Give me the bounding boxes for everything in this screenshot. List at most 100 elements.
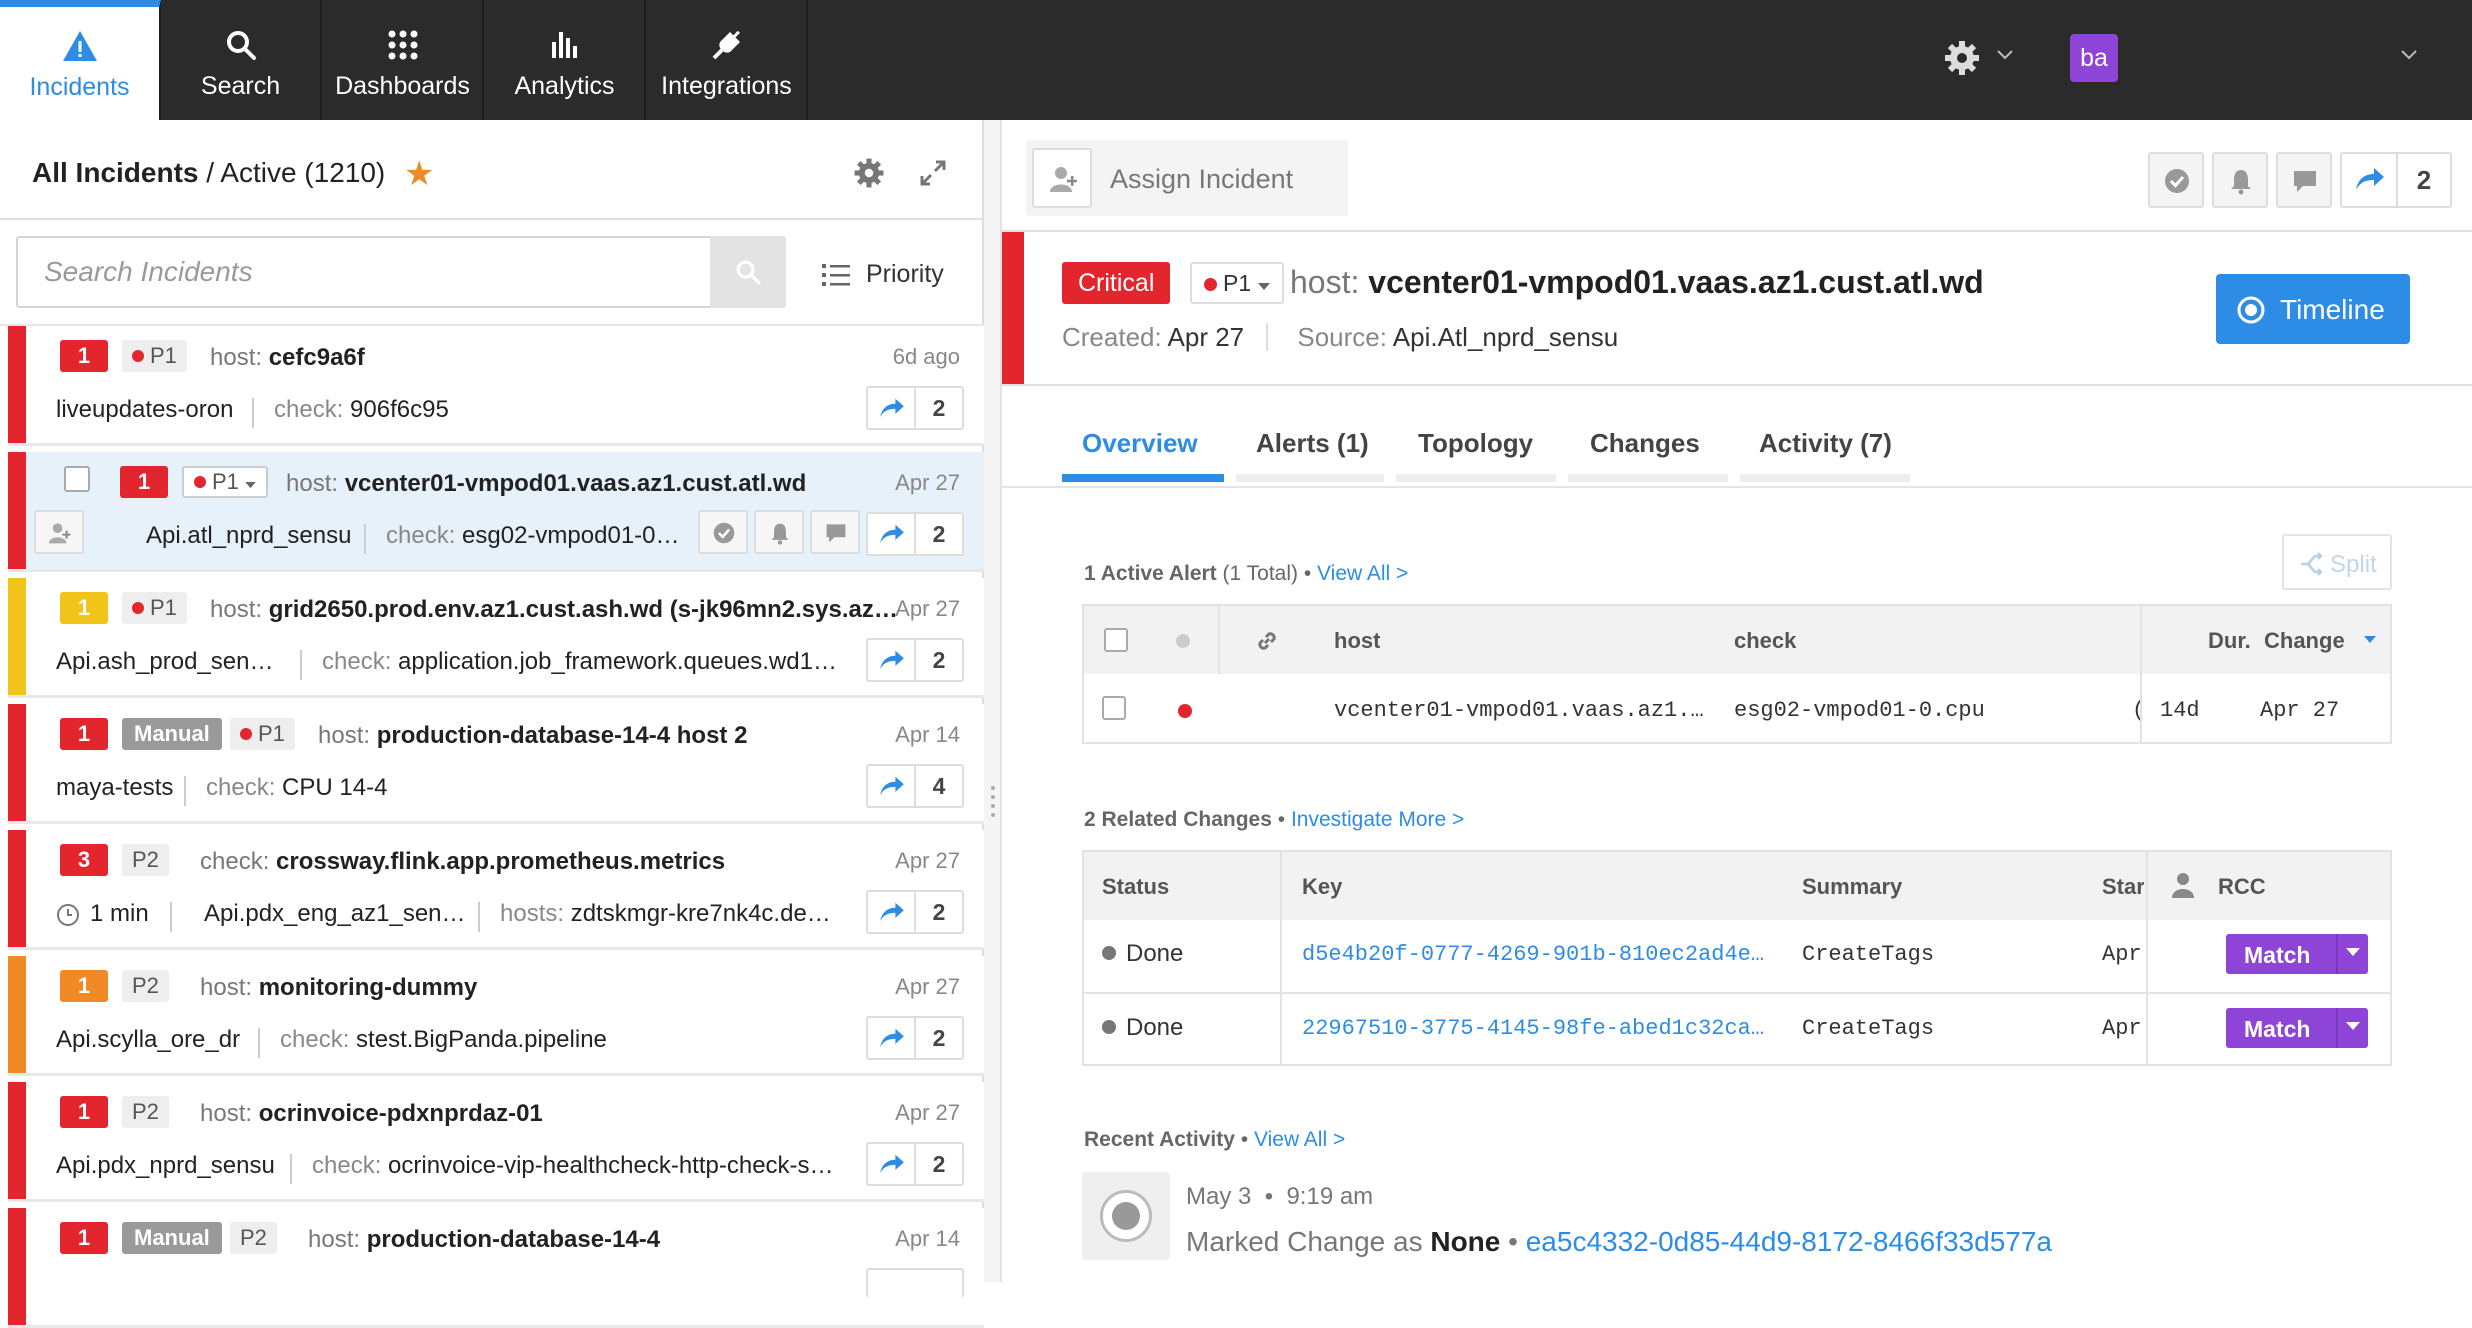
comment-icon: [2294, 171, 2316, 192]
incident-sub-label: check:: [322, 648, 392, 675]
user-avatar[interactable]: ba: [2070, 34, 2118, 82]
resolve-button[interactable]: [698, 510, 748, 554]
sort-desc-icon[interactable]: [2364, 636, 2376, 644]
share-button[interactable]: [866, 1268, 964, 1298]
change-key-link[interactable]: d5e4b20f-0777-4269-901b-810ec2ad4e…: [1302, 942, 1772, 967]
split-button[interactable]: Split: [2282, 534, 2392, 590]
incident-row[interactable]: 1 P1 host: vcenter01-vmpod01.vaas.az1.cus…: [8, 452, 984, 572]
activity-change-link[interactable]: ea5c4332-0d85-44d9-8172-8466f33d577a: [1526, 1226, 2052, 1257]
col-check[interactable]: check: [1734, 628, 1796, 654]
timeline-button[interactable]: Timeline: [2216, 274, 2410, 344]
activity-section-title: Recent Activity: [1084, 1128, 1235, 1151]
share-button[interactable]: 2: [866, 1142, 964, 1186]
share-button[interactable]: 2: [866, 1016, 964, 1060]
share-button[interactable]: 4: [866, 764, 964, 808]
incident-field-label: host:: [200, 1100, 253, 1127]
chevron-down-icon[interactable]: [1996, 48, 2014, 66]
resolve-button[interactable]: [2148, 152, 2204, 208]
comment-button[interactable]: [810, 510, 860, 554]
settings-gear-icon[interactable]: [1942, 38, 1982, 83]
pane-resize-handle[interactable]: [984, 120, 1002, 1282]
incident-row[interactable]: 1 P1 host: cefc9a6f 6d ago liveupdates-oron c…: [8, 326, 984, 446]
snooze-button[interactable]: [2212, 152, 2268, 208]
share-button[interactable]: 2: [866, 638, 964, 682]
change-key-link[interactable]: 22967510-3775-4145-98fe-abed1c32ca…: [1302, 1016, 1772, 1041]
incidents-settings-gear-icon[interactable]: [852, 156, 886, 195]
share-button[interactable]: 2: [866, 512, 964, 556]
snooze-button[interactable]: [754, 510, 804, 554]
incident-title: host: monitoring-dummy: [200, 974, 900, 1002]
col-summary[interactable]: Summary: [1802, 874, 1902, 900]
view-all-activity-link[interactable]: View All >: [1254, 1128, 1345, 1151]
rcc-match-dropdown[interactable]: Match: [2226, 934, 2368, 974]
share-button[interactable]: 2: [866, 890, 964, 934]
tab-changes[interactable]: Changes: [1590, 428, 1700, 459]
incident-subtitle: check: esg02-vmpod01-0.cpu: [386, 522, 684, 550]
nav-tab-label: Dashboards: [335, 72, 470, 100]
incident-row[interactable]: 1 P2 host: monitoring-dummy Apr 27 Api.scyll…: [8, 956, 984, 1076]
field-separator: [170, 902, 172, 932]
tab-overview[interactable]: Overview: [1082, 428, 1198, 459]
comment-button[interactable]: [2276, 152, 2332, 208]
share-button[interactable]: 2: [866, 386, 964, 430]
expand-icon[interactable]: [918, 158, 948, 193]
incident-row[interactable]: 1 Manual P1 host: production-database-14-4 …: [8, 704, 984, 824]
col-duration[interactable]: Dur.: [2208, 628, 2251, 654]
search-button[interactable]: [710, 236, 786, 308]
view-all-alerts-link[interactable]: View All >: [1317, 562, 1408, 585]
priority-text: P1: [212, 469, 239, 494]
share-icon: [868, 1018, 916, 1058]
incidents-filter[interactable]: Active: [220, 157, 296, 188]
col-key[interactable]: Key: [1302, 874, 1342, 900]
col-rcc[interactable]: RCC: [2218, 874, 2266, 900]
incident-sub-value: stest.BigPanda.pipeline: [356, 1026, 607, 1053]
incident-field-label: host:: [200, 974, 253, 1001]
priority-badge[interactable]: P1: [182, 466, 269, 498]
incident-row[interactable]: 1 P1 host: grid2650.prod.env.az1.cust.ash.…: [8, 578, 984, 698]
investigate-more-link[interactable]: Investigate More >: [1291, 808, 1464, 831]
manual-badge: Manual: [122, 1222, 222, 1254]
incident-row[interactable]: 3 P2 check: crossway.flink.app.prometheus.…: [8, 830, 984, 950]
favorite-star-icon[interactable]: ★: [404, 154, 434, 194]
incident-field-label: host:: [286, 470, 339, 497]
share-count: 2: [932, 395, 946, 421]
tab-alerts[interactable]: Alerts (1): [1256, 428, 1369, 459]
tab-topology[interactable]: Topology: [1418, 428, 1533, 459]
priority-text: P2: [240, 1225, 267, 1250]
incident-field-value: crossway.flink.app.prometheus.metrics: [276, 848, 726, 875]
caret-down-icon: [1257, 283, 1270, 290]
assign-button[interactable]: [34, 510, 84, 554]
incident-row[interactable]: 1 Manual P2 host: production-database-14-4 A…: [8, 1208, 984, 1328]
search-incidents-input[interactable]: [16, 236, 712, 308]
col-divider: [2140, 606, 2142, 742]
priority-text: P2: [132, 847, 159, 872]
share-button[interactable]: 2: [2340, 152, 2452, 208]
col-status[interactable]: Status: [1102, 874, 1169, 900]
nav-tab-search[interactable]: Search: [161, 0, 322, 120]
severity-bar: [8, 1082, 26, 1199]
incident-checkbox[interactable]: [64, 466, 90, 492]
assign-incident-button[interactable]: Assign Incident: [1026, 140, 1348, 216]
rcc-match-label: Match: [2244, 1016, 2311, 1042]
rcc-match-dropdown[interactable]: Match: [2226, 1008, 2368, 1048]
nav-tab-incidents[interactable]: Incidents: [0, 0, 161, 120]
priority-dropdown[interactable]: P1: [1190, 262, 1284, 304]
add-user-icon: [48, 523, 71, 544]
nav-tab-analytics[interactable]: Analytics: [485, 0, 646, 120]
search-icon: [736, 260, 761, 285]
chevron-down-icon[interactable]: [2400, 48, 2418, 66]
tab-activity[interactable]: Activity (7): [1759, 428, 1892, 459]
select-all-checkbox[interactable]: [1104, 628, 1128, 652]
row-checkbox[interactable]: [1102, 696, 1126, 720]
col-start[interactable]: Star: [2102, 874, 2144, 900]
incidents-count: (1210): [304, 157, 386, 188]
incident-sub-label: check:: [386, 522, 456, 549]
user-icon: [2172, 873, 2194, 898]
nav-tab-integrations[interactable]: Integrations: [647, 0, 808, 120]
nav-tab-dashboards[interactable]: Dashboards: [323, 0, 484, 120]
col-change[interactable]: Change: [2264, 628, 2345, 654]
drag-handle-icon: [991, 786, 995, 817]
col-host[interactable]: host: [1334, 628, 1380, 654]
incident-row[interactable]: 1 P2 host: ocrinvoice-pdxnprdaz-01 Apr 27 Ap…: [8, 1082, 984, 1202]
incident-title: host: vcenter01-vmpod01.vaas.az1.cust.at…: [1290, 264, 1984, 301]
